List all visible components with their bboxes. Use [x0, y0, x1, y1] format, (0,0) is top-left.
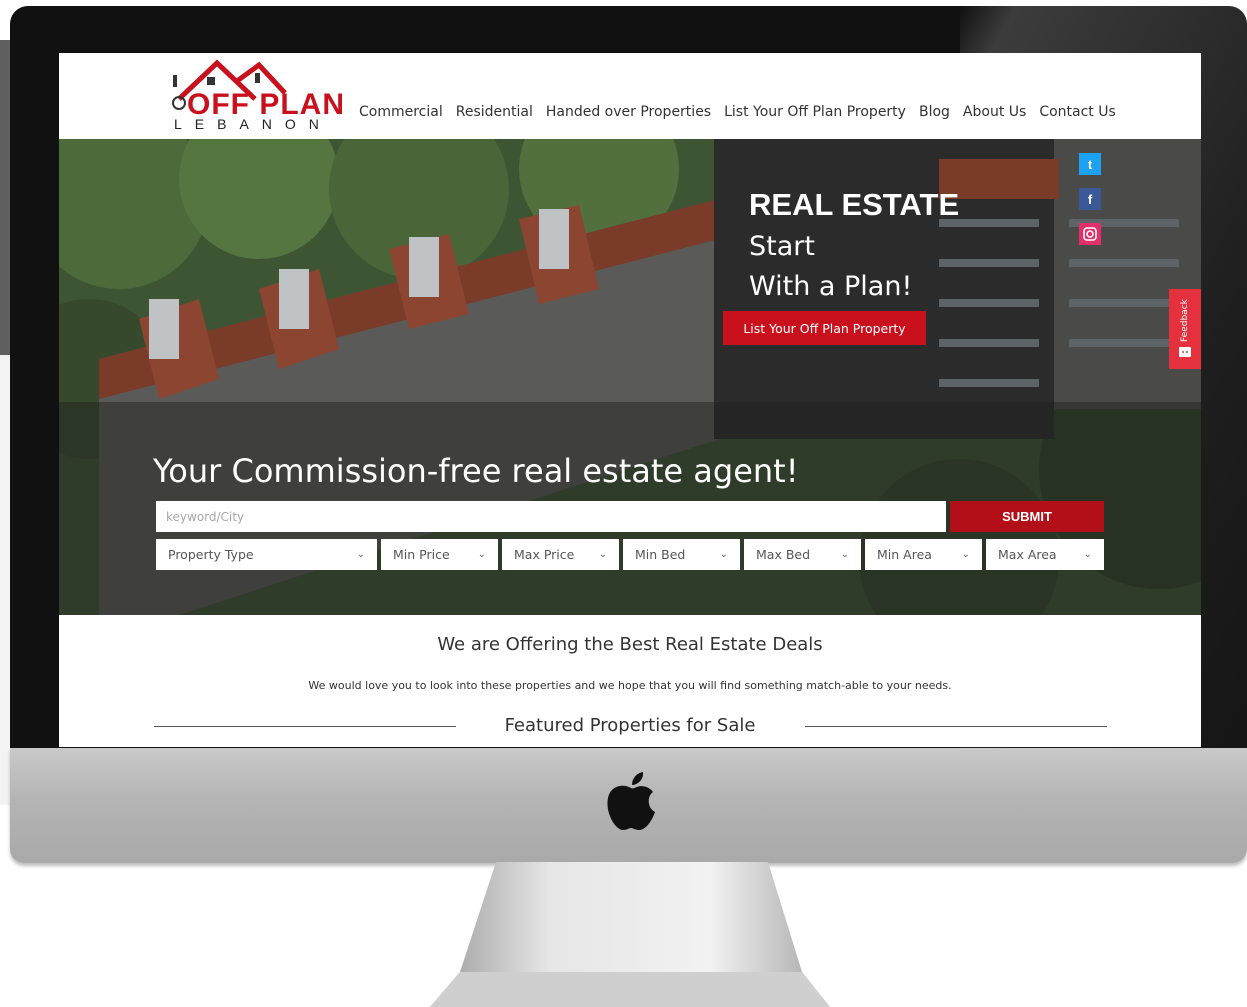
min-bed-select[interactable]: Min Bed ⌄: [623, 539, 740, 570]
max-area-select[interactable]: Max Area ⌄: [986, 539, 1104, 570]
chevron-down-icon: ⌄: [357, 549, 365, 560]
chevron-down-icon: ⌄: [1084, 549, 1092, 560]
nav-item-contact[interactable]: Contact Us: [1039, 104, 1115, 120]
hero-subtitle-line1: Start: [749, 227, 912, 267]
search-input[interactable]: [156, 501, 946, 532]
divider-right: [805, 726, 1107, 727]
max-bed-select[interactable]: Max Bed ⌄: [744, 539, 861, 570]
feedback-icon: [1179, 347, 1191, 357]
chevron-down-icon: ⌄: [599, 549, 607, 560]
min-price-label: Min Price: [393, 547, 450, 562]
feedback-label: Feedback: [1173, 295, 1197, 347]
monitor-stand: [430, 862, 830, 1007]
property-type-label: Property Type: [168, 547, 254, 562]
nav-item-handed-over[interactable]: Handed over Properties: [546, 104, 711, 120]
max-price-label: Max Price: [514, 547, 574, 562]
offers-title: We are Offering the Best Real Estate Dea…: [59, 634, 1201, 655]
agent-heading: Your Commission-free real estate agent!: [153, 452, 799, 490]
hero-subtitle: Start With a Plan!: [749, 227, 912, 307]
offers-text: We would love you to look into these pro…: [59, 679, 1201, 692]
chevron-down-icon: ⌄: [841, 549, 849, 560]
website-screen: OFF PLAN LEBANON Commercial Residential …: [59, 53, 1201, 747]
nav-item-list-property[interactable]: List Your Off Plan Property: [724, 104, 906, 120]
site-header: OFF PLAN LEBANON Commercial Residential …: [59, 53, 1201, 139]
list-property-button[interactable]: List Your Off Plan Property: [723, 311, 926, 345]
nav-item-about[interactable]: About Us: [963, 104, 1026, 120]
nav-item-blog[interactable]: Blog: [919, 104, 950, 120]
instagram-icon[interactable]: [1079, 223, 1101, 245]
max-price-select[interactable]: Max Price ⌄: [502, 539, 619, 570]
chevron-down-icon: ⌄: [720, 549, 728, 560]
nav-item-residential[interactable]: Residential: [456, 104, 533, 120]
property-type-select[interactable]: Property Type ⌄: [156, 539, 377, 570]
feedback-tab[interactable]: Feedback: [1169, 289, 1201, 369]
chevron-down-icon: ⌄: [478, 549, 486, 560]
min-price-select[interactable]: Min Price ⌄: [381, 539, 498, 570]
hero-title: REAL ESTATE: [749, 187, 959, 223]
main-nav: Commercial Residential Handed over Prope…: [359, 104, 1129, 120]
min-area-label: Min Area: [877, 547, 932, 562]
facebook-icon[interactable]: f: [1079, 188, 1101, 210]
min-bed-label: Min Bed: [635, 547, 685, 562]
chevron-down-icon: ⌄: [962, 549, 970, 560]
twitter-icon[interactable]: t: [1079, 153, 1101, 175]
apple-logo-icon: [603, 772, 659, 832]
hero-subtitle-line2: With a Plan!: [749, 267, 912, 307]
submit-button[interactable]: SUBMIT: [950, 501, 1104, 532]
nav-item-commercial[interactable]: Commercial: [359, 104, 443, 120]
max-bed-label: Max Bed: [756, 547, 810, 562]
max-area-label: Max Area: [998, 547, 1057, 562]
min-area-select[interactable]: Min Area ⌄: [865, 539, 982, 570]
logo-subtext: LEBANON: [174, 117, 344, 131]
